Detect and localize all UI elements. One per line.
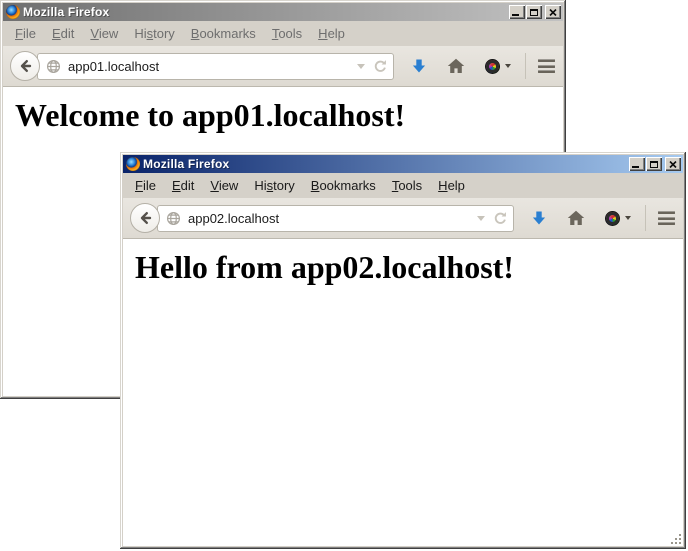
back-button[interactable] bbox=[10, 51, 40, 81]
toolbar-separator bbox=[645, 205, 646, 231]
close-button[interactable] bbox=[545, 5, 561, 19]
menu-history[interactable]: History bbox=[246, 175, 302, 196]
page-heading: Welcome to app01.localhost! bbox=[15, 97, 563, 134]
reload-icon bbox=[493, 211, 508, 226]
menu-file[interactable]: File bbox=[7, 23, 44, 44]
menu-help[interactable]: Help bbox=[310, 23, 353, 44]
menu-help[interactable]: Help bbox=[430, 175, 473, 196]
menu-bar: File Edit View History Bookmarks Tools H… bbox=[123, 173, 683, 198]
reload-button[interactable] bbox=[493, 211, 508, 226]
menu-panel-button[interactable] bbox=[658, 211, 675, 225]
menu-view[interactable]: View bbox=[202, 175, 246, 196]
menu-edit[interactable]: Edit bbox=[44, 23, 82, 44]
close-button[interactable] bbox=[665, 157, 681, 171]
urlbar-dropdown-icon[interactable] bbox=[357, 64, 365, 69]
menu-bar: File Edit View History Bookmarks Tools H… bbox=[3, 21, 563, 46]
addon-button[interactable] bbox=[605, 211, 631, 226]
home-icon bbox=[447, 58, 465, 74]
maximize-button[interactable] bbox=[646, 157, 662, 171]
title-bar[interactable]: Mozilla Firefox bbox=[123, 155, 683, 173]
page-content: Hello from app02.localhost! bbox=[123, 239, 683, 546]
minimize-icon bbox=[632, 166, 639, 168]
home-icon bbox=[567, 210, 585, 226]
back-button[interactable] bbox=[130, 203, 160, 233]
colorwheel-icon bbox=[485, 59, 500, 74]
hamburger-icon bbox=[658, 211, 675, 214]
navigation-toolbar: app01.localhost bbox=[3, 46, 563, 87]
maximize-icon bbox=[530, 9, 538, 16]
menu-tools[interactable]: Tools bbox=[384, 175, 430, 196]
navigation-toolbar: app02.localhost bbox=[123, 198, 683, 239]
resize-grip[interactable] bbox=[670, 533, 682, 545]
url-bar[interactable]: app01.localhost bbox=[37, 53, 394, 80]
firefox-logo-icon bbox=[126, 157, 140, 171]
menu-bookmarks[interactable]: Bookmarks bbox=[303, 175, 384, 196]
minimize-button[interactable] bbox=[509, 5, 525, 19]
url-bar[interactable]: app02.localhost bbox=[157, 205, 514, 232]
close-icon bbox=[549, 9, 557, 16]
download-arrow-icon bbox=[411, 58, 427, 75]
menu-view[interactable]: View bbox=[82, 23, 126, 44]
url-input[interactable]: app02.localhost bbox=[188, 211, 473, 226]
menu-bookmarks[interactable]: Bookmarks bbox=[183, 23, 264, 44]
close-icon bbox=[669, 161, 677, 168]
window-title: Mozilla Firefox bbox=[143, 157, 629, 171]
download-arrow-icon bbox=[531, 210, 547, 227]
toolbar-separator bbox=[525, 53, 526, 79]
reload-button[interactable] bbox=[373, 59, 388, 74]
downloads-button[interactable] bbox=[411, 58, 427, 75]
menu-tools[interactable]: Tools bbox=[264, 23, 310, 44]
chevron-down-icon[interactable] bbox=[625, 216, 631, 220]
menu-edit[interactable]: Edit bbox=[164, 175, 202, 196]
home-button[interactable] bbox=[567, 210, 585, 226]
hamburger-icon bbox=[538, 59, 555, 62]
urlbar-dropdown-icon[interactable] bbox=[477, 216, 485, 221]
reload-icon bbox=[373, 59, 388, 74]
back-arrow-icon bbox=[137, 210, 153, 226]
minimize-button[interactable] bbox=[629, 157, 645, 171]
addon-button[interactable] bbox=[485, 59, 511, 74]
page-heading: Hello from app02.localhost! bbox=[135, 249, 683, 286]
maximize-button[interactable] bbox=[526, 5, 542, 19]
back-arrow-icon bbox=[17, 58, 33, 74]
window-title: Mozilla Firefox bbox=[23, 5, 509, 19]
maximize-icon bbox=[650, 161, 658, 168]
menu-history[interactable]: History bbox=[126, 23, 182, 44]
colorwheel-icon bbox=[605, 211, 620, 226]
url-input[interactable]: app01.localhost bbox=[68, 59, 353, 74]
site-globe-icon[interactable] bbox=[46, 59, 61, 74]
downloads-button[interactable] bbox=[531, 210, 547, 227]
home-button[interactable] bbox=[447, 58, 465, 74]
site-globe-icon[interactable] bbox=[166, 211, 181, 226]
title-bar[interactable]: Mozilla Firefox bbox=[3, 3, 563, 21]
browser-window-app02: Mozilla Firefox File Edit View History B… bbox=[120, 152, 686, 549]
menu-panel-button[interactable] bbox=[538, 59, 555, 73]
menu-file[interactable]: File bbox=[127, 175, 164, 196]
firefox-logo-icon bbox=[6, 5, 20, 19]
minimize-icon bbox=[512, 14, 519, 16]
chevron-down-icon[interactable] bbox=[505, 64, 511, 68]
